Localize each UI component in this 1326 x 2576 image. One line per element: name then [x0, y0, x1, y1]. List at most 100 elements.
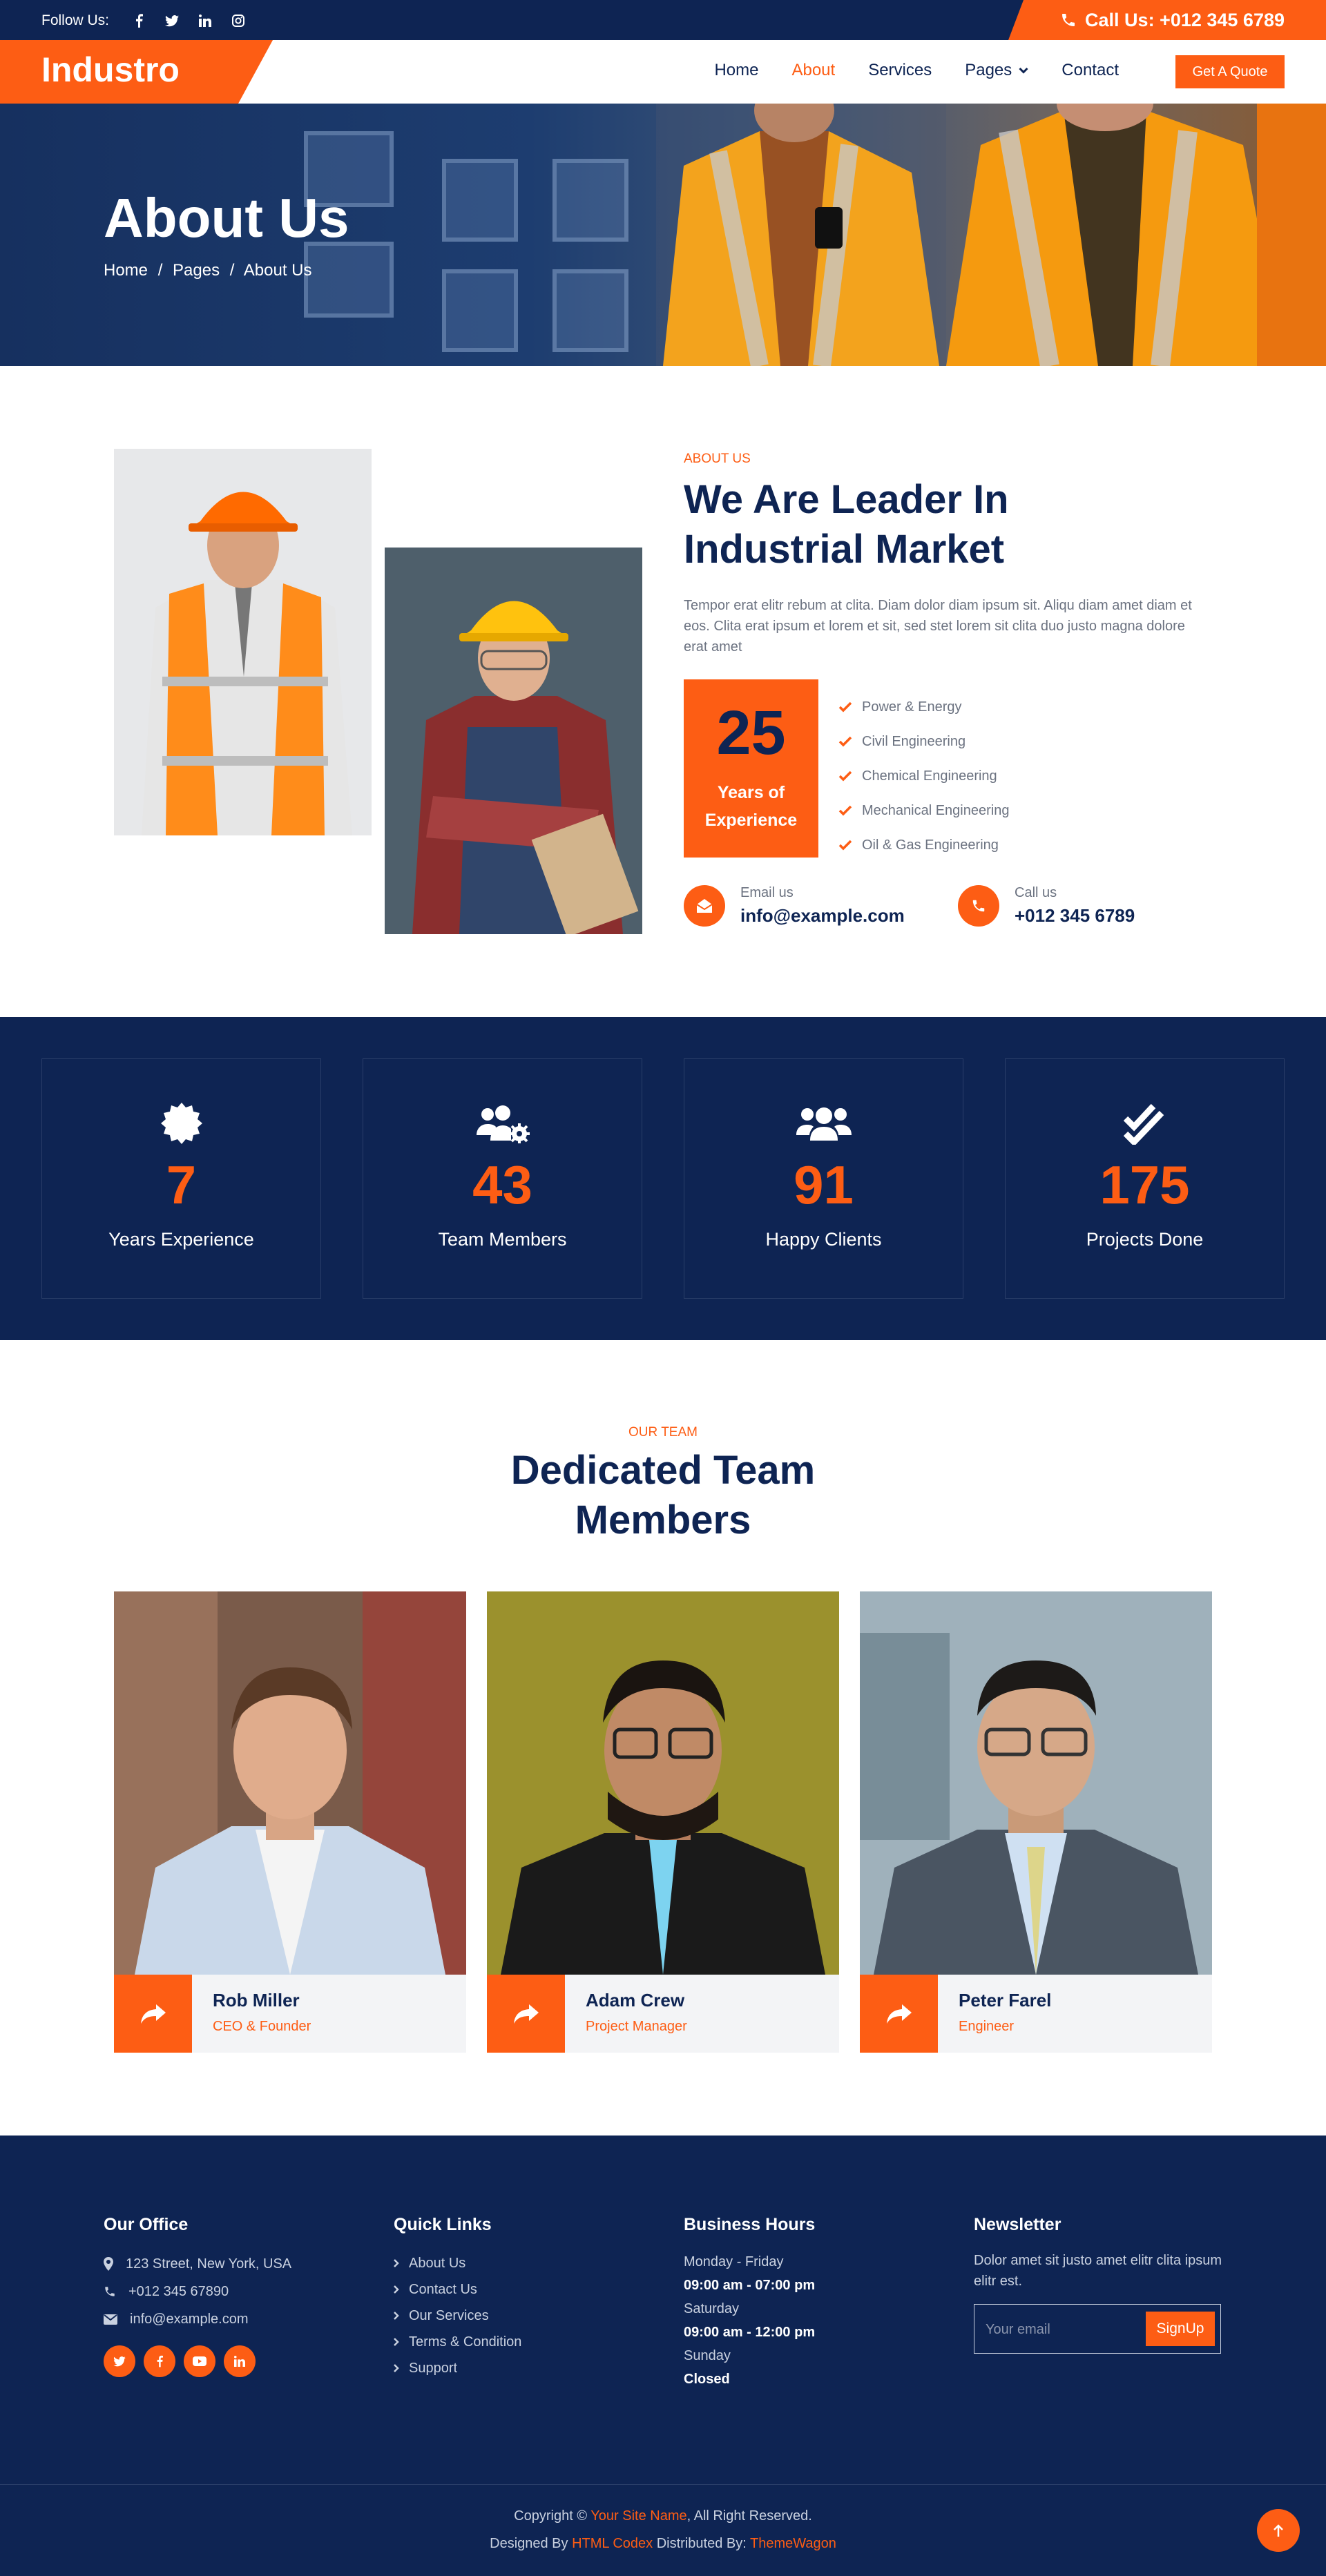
team-member-role: CEO & Founder — [213, 2019, 311, 2034]
about-heading: We Are Leader In Industrial Market — [684, 475, 1009, 574]
experience-caption: Years of Experience — [684, 779, 818, 834]
list-item: Civil Engineering — [838, 724, 1009, 759]
hours-time: 09:00 am - 07:00 pm — [684, 2278, 816, 2293]
facebook-icon[interactable] — [131, 13, 146, 28]
share-icon — [140, 2004, 166, 2024]
footer-link[interactable]: Terms & Condition — [394, 2329, 521, 2355]
footer-link[interactable]: About Us — [394, 2250, 521, 2276]
list-item: Power & Energy — [838, 690, 1009, 724]
hours-day: Monday - Friday — [684, 2254, 784, 2269]
nav-services[interactable]: Services — [868, 61, 932, 80]
call-us-label: Call Us: +012 345 6789 — [1085, 9, 1285, 30]
footer-link-label: Terms & Condition — [409, 2334, 522, 2350]
list-item: Oil & Gas Engineering — [838, 828, 1009, 862]
footer-newsletter-title: Newsletter — [974, 2215, 1061, 2234]
stat-value: 175 — [1099, 1154, 1190, 1215]
brand-logo[interactable]: Industro — [0, 40, 273, 104]
team-member-info: Peter Farel Engineer — [860, 1975, 1212, 2053]
arrow-up-icon — [1274, 2524, 1283, 2537]
team-heading: Dedicated Team Members — [0, 1446, 1326, 1545]
phone-icon — [958, 885, 999, 927]
stat-value: 43 — [472, 1154, 532, 1215]
certificate-icon — [160, 1103, 202, 1144]
team-member-photo — [487, 1591, 839, 1975]
hero-background-window — [304, 242, 394, 318]
nav-about[interactable]: About — [791, 61, 835, 80]
hero-background-window — [442, 159, 518, 242]
envelope-open-icon — [684, 885, 725, 927]
stat-value: 7 — [166, 1154, 197, 1215]
follow-label: Follow Us: — [41, 12, 110, 28]
nav-contact[interactable]: Contact — [1061, 61, 1119, 80]
share-button[interactable] — [860, 1975, 938, 2053]
signup-button[interactable]: SignUp — [1146, 2312, 1215, 2346]
hours-day: Sunday — [684, 2348, 731, 2363]
breadcrumb-home[interactable]: Home — [104, 261, 148, 280]
hero-background-window — [442, 269, 518, 352]
breadcrumb-pages[interactable]: Pages — [173, 261, 220, 280]
stat-card: 175 Projects Done — [1005, 1058, 1285, 1299]
nav-pages-dropdown[interactable]: Pages — [965, 61, 1028, 80]
stat-card: 7 Years Experience — [41, 1058, 321, 1299]
experience-box: 25 Years of Experience — [684, 679, 818, 858]
page-title: About Us — [104, 187, 349, 249]
share-button[interactable] — [487, 1975, 565, 2053]
newsletter-form: SignUp — [974, 2304, 1221, 2354]
facebook-icon[interactable] — [144, 2345, 175, 2377]
nav-home[interactable]: Home — [714, 61, 758, 80]
footer-link[interactable]: Contact Us — [394, 2276, 521, 2303]
about-heading-line1: We Are Leader In — [684, 477, 1009, 522]
map-marker-icon — [104, 2257, 113, 2271]
about-section-tag: ABOUT US — [684, 452, 751, 466]
distributor-link[interactable]: ThemeWagon — [750, 2536, 836, 2551]
phone-icon — [105, 2287, 115, 2296]
breadcrumb-separator: / — [157, 261, 163, 280]
team-member-info: Rob Miller CEO & Founder — [114, 1975, 466, 2053]
stat-label: Team Members — [438, 1229, 567, 1250]
stat-card: 91 Happy Clients — [684, 1058, 963, 1299]
feature-label: Oil & Gas Engineering — [862, 837, 999, 853]
top-bar: Follow Us: Call Us: +012 345 6789 — [0, 0, 1326, 40]
nav-pages-label: Pages — [965, 61, 1012, 79]
youtube-icon[interactable] — [184, 2345, 215, 2377]
hours-time: 09:00 am - 12:00 pm — [684, 2325, 816, 2340]
footer-social — [104, 2345, 291, 2377]
team-member-role: Project Manager — [586, 2019, 687, 2034]
call-us[interactable]: Call Us: +012 345 6789 — [1008, 0, 1326, 40]
get-quote-button[interactable]: Get A Quote — [1175, 55, 1285, 88]
list-item: Mechanical Engineering — [838, 793, 1009, 828]
stat-label: Happy Clients — [765, 1229, 882, 1250]
designer-link[interactable]: HTML Codex — [572, 2536, 653, 2551]
back-to-top-button[interactable] — [1257, 2509, 1300, 2552]
team-member-name: Peter Farel — [959, 1990, 1052, 2011]
twitter-icon[interactable] — [104, 2345, 135, 2377]
team-member-photo — [860, 1591, 1212, 1975]
phone-contact[interactable]: Call us +012 345 6789 — [958, 885, 1135, 927]
distributed-by-label: Distributed By: — [656, 2536, 747, 2551]
footer-email-text: info@example.com — [130, 2311, 249, 2327]
main-navbar: Industro Home About Services Pages Conta… — [0, 40, 1326, 104]
envelope-icon — [104, 2314, 117, 2325]
breadcrumb-current: About Us — [243, 261, 312, 280]
follow-us: Follow Us: — [41, 12, 246, 29]
footer-link[interactable]: Support — [394, 2355, 521, 2381]
hero-background-window — [552, 159, 628, 242]
instagram-icon[interactable] — [231, 13, 246, 28]
designed-by-label: Designed By — [490, 2536, 568, 2551]
footer-address: 123 Street, New York, USA — [104, 2250, 291, 2278]
about-image-worker-female — [385, 548, 642, 934]
newsletter-email-input[interactable] — [986, 2314, 1124, 2345]
twitter-icon[interactable] — [164, 13, 180, 28]
share-button[interactable] — [114, 1975, 192, 2053]
email-label: Email us — [740, 885, 794, 900]
footer-quick-links: Quick Links About Us Contact Us Our Serv… — [394, 2215, 521, 2381]
linkedin-icon[interactable] — [198, 13, 213, 28]
feature-label: Power & Energy — [862, 699, 962, 715]
linkedin-icon[interactable] — [224, 2345, 256, 2377]
team-member-photo — [114, 1591, 466, 1975]
footer-email: info@example.com — [104, 2305, 291, 2333]
site-name-link[interactable]: Your Site Name — [590, 2508, 686, 2524]
stat-card: 43 Team Members — [363, 1058, 642, 1299]
footer-link[interactable]: Our Services — [394, 2303, 521, 2329]
email-contact[interactable]: Email us info@example.com — [684, 885, 905, 927]
